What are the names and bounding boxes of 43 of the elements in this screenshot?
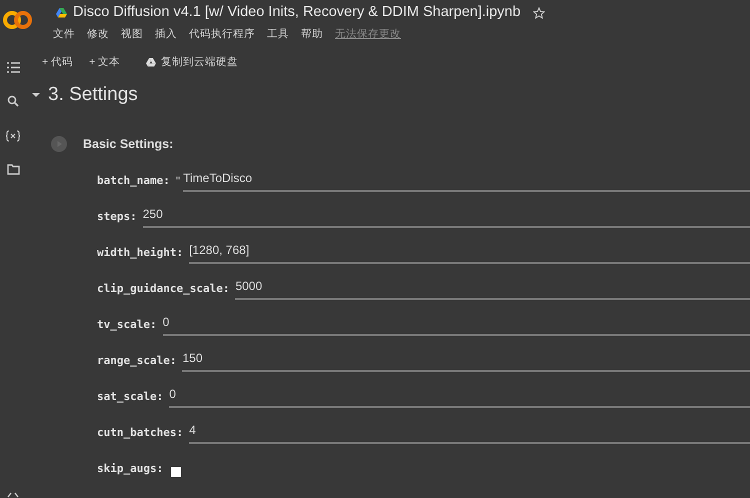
input-field[interactable]: 250: [142, 204, 750, 228]
field-label: skip_augs:: [97, 461, 164, 478]
menu-item[interactable]: 修改: [87, 27, 109, 43]
run-cell-icon[interactable]: [51, 136, 67, 152]
menu-item[interactable]: 代码执行程序: [189, 27, 255, 43]
field-label: range_scale:: [97, 353, 176, 370]
menu-item[interactable]: 视图: [121, 27, 143, 43]
checkbox[interactable]: [171, 466, 182, 477]
logo-icon[interactable]: [2, 10, 34, 30]
notebook-title[interactable]: Disco Diffusion v4.1 [w/ Video Inits, Recovery & DDIM Sharpen].ipynb: [73, 2, 521, 24]
caret-icon[interactable]: [32, 92, 40, 98]
menu-item[interactable]: 帮助: [301, 27, 323, 43]
drive-icon: [56, 8, 67, 18]
table-of-contents-icon[interactable]: [6, 62, 20, 73]
input-field[interactable]: 150: [182, 348, 750, 372]
field-label: width_height:: [97, 245, 184, 262]
field-label: batch_name:: [97, 173, 170, 190]
menu-item[interactable]: 文件: [53, 27, 75, 43]
section-heading: 3. Settings: [48, 82, 138, 106]
star-icon[interactable]: [532, 7, 545, 19]
form-title: Basic Settings:: [83, 136, 174, 153]
toolbar-button[interactable]: + 代码: [40, 54, 76, 70]
input-field[interactable]: 4: [189, 420, 750, 444]
drive-icon: [146, 58, 156, 68]
menu-item[interactable]: 工具: [267, 27, 289, 43]
field-label: steps:: [97, 209, 137, 226]
input-field[interactable]: TimeToDisco: [183, 168, 750, 192]
field-label: cutn_batches:: [97, 425, 184, 442]
toolbar-button[interactable]: 复制到云端硬盘: [144, 54, 240, 70]
variables-icon[interactable]: [6, 130, 20, 142]
field-label: clip_guidance_scale:: [97, 281, 230, 298]
search-icon[interactable]: [7, 95, 19, 107]
menu-item[interactable]: 插入: [155, 27, 177, 43]
input-field[interactable]: [1280, 768]: [189, 240, 750, 264]
field-label: tv_scale:: [97, 317, 157, 334]
field-label: sat_scale:: [97, 389, 164, 406]
code-icon[interactable]: [7, 492, 19, 498]
toolbar-button[interactable]: + 文本: [87, 54, 122, 70]
folder-icon[interactable]: [6, 164, 20, 175]
input-field[interactable]: 5000: [235, 276, 750, 300]
quote-mark: ": [176, 172, 180, 190]
input-field[interactable]: 0: [162, 312, 750, 336]
input-field[interactable]: 0: [169, 384, 750, 408]
